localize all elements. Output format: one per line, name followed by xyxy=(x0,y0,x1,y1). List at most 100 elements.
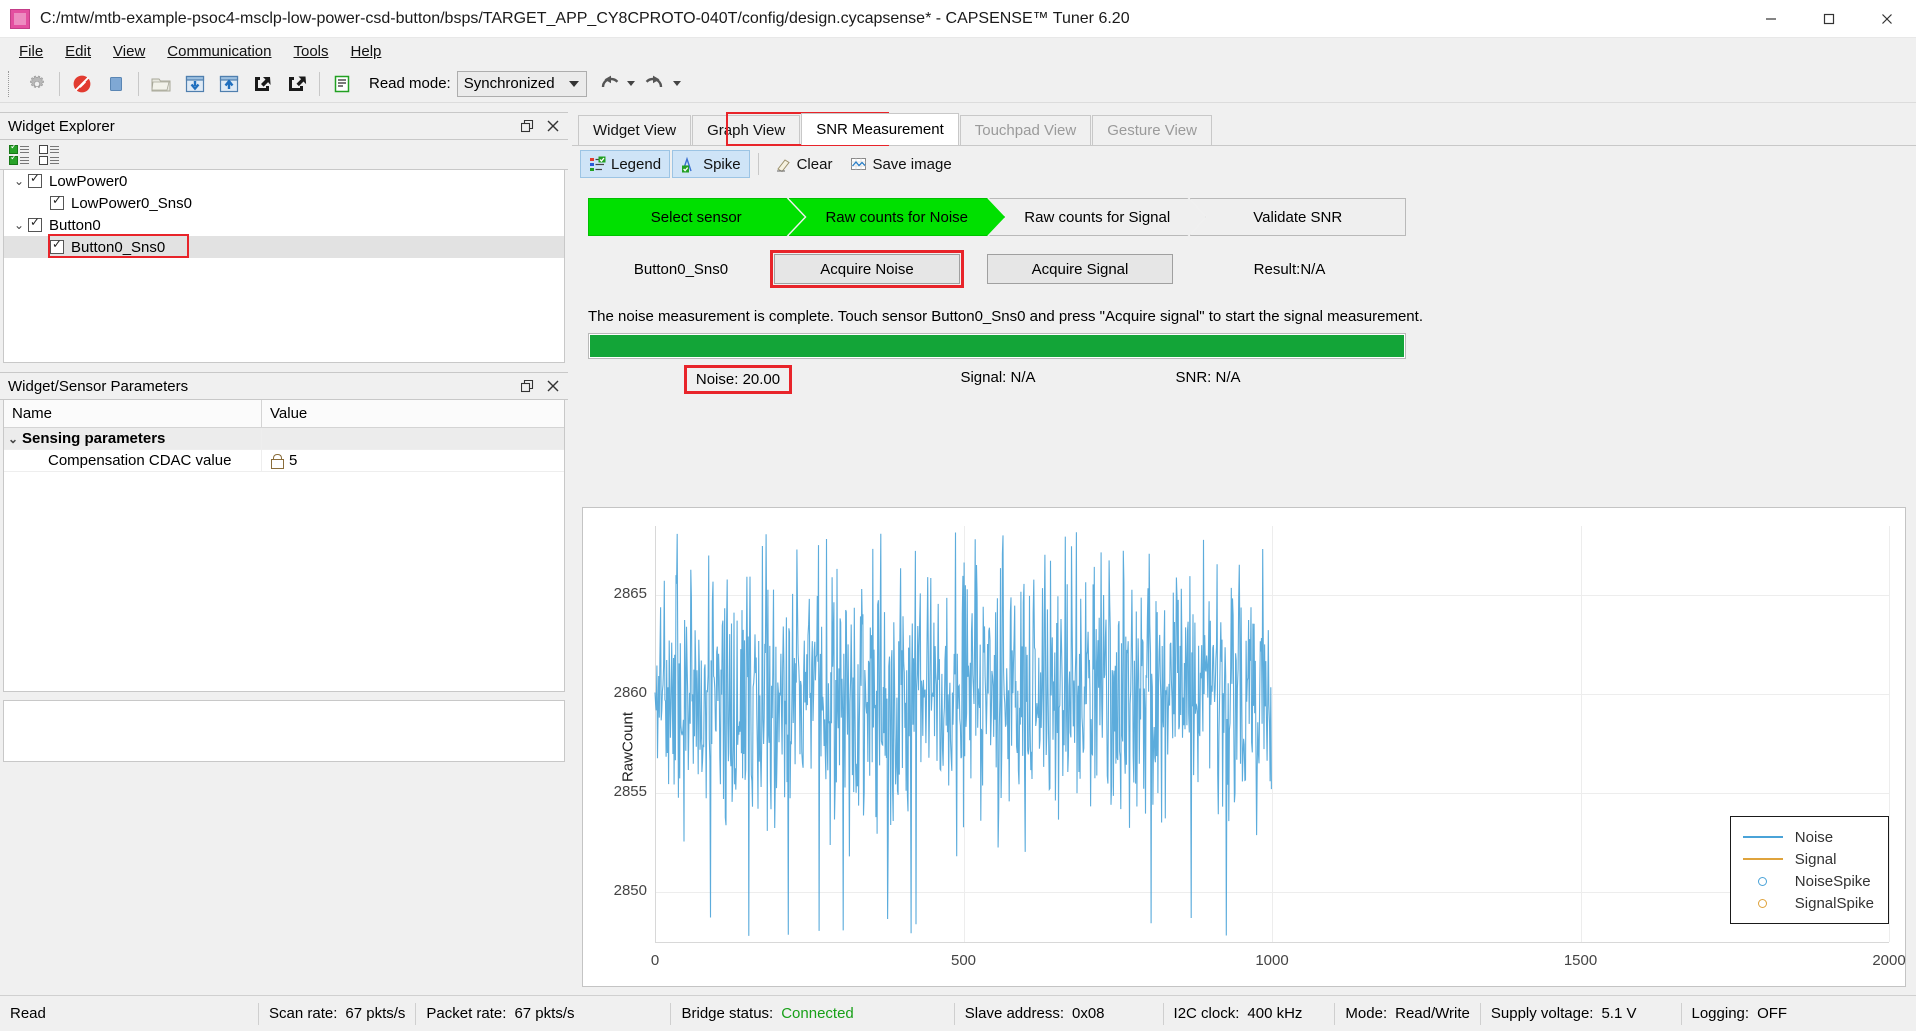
undo-button[interactable] xyxy=(595,73,623,95)
clear-button-label: Clear xyxy=(796,155,833,173)
widget-tree[interactable]: ⌄ LowPower0 LowPower0_Sns0 ⌄ Button0 But… xyxy=(3,170,565,363)
result-label: Result:N/A xyxy=(1253,260,1326,278)
minimize-button[interactable] xyxy=(1742,0,1800,38)
spike-icon xyxy=(682,156,692,172)
progress-bar-fill xyxy=(590,335,1404,357)
open-file-icon[interactable] xyxy=(146,69,176,99)
read-mode-label: Read mode: xyxy=(369,75,451,92)
read-mode-select[interactable]: Synchronized xyxy=(456,70,587,97)
tree-item-button0[interactable]: ⌄ Button0 xyxy=(4,214,564,236)
status-scan-rate: Scan rate: 67 pkts/s xyxy=(259,1002,415,1026)
menu-file[interactable]: File xyxy=(8,40,54,63)
tab-label: Touchpad View xyxy=(974,122,1077,139)
checkbox[interactable] xyxy=(28,216,42,232)
restore-icon[interactable] xyxy=(520,379,534,393)
close-icon[interactable] xyxy=(546,379,560,393)
noise-spike-swatch xyxy=(1741,876,1785,886)
import-icon[interactable] xyxy=(248,69,278,99)
checkbox[interactable] xyxy=(50,238,64,254)
menu-help[interactable]: Help xyxy=(340,40,393,63)
eraser-icon xyxy=(776,158,790,172)
acquire-signal-button[interactable]: Acquire Signal xyxy=(987,254,1173,284)
legend-icon xyxy=(590,156,606,171)
toolbar-separator xyxy=(757,153,759,175)
chevron-down-icon[interactable]: ⌄ xyxy=(4,432,22,446)
tab-gesture-view: Gesture View xyxy=(1092,115,1212,145)
snr-value: N/A xyxy=(1215,369,1241,386)
parameters-table: Name Value ⌄ Sensing parameters Compensa… xyxy=(3,400,565,692)
step-raw-counts-noise[interactable]: Raw counts for Noise xyxy=(789,198,1006,236)
step-validate-snr[interactable]: Validate SNR xyxy=(1189,198,1406,236)
undo-dropdown-icon[interactable] xyxy=(626,81,635,86)
toolbar-grip[interactable] xyxy=(8,70,16,97)
spike-toggle-button[interactable]: Spike xyxy=(672,150,750,178)
export-icon[interactable] xyxy=(282,69,312,99)
table-row[interactable]: ⌄ Sensing parameters xyxy=(4,428,564,450)
uncheck-all-icon[interactable] xyxy=(39,144,59,165)
step-select-sensor[interactable]: Select sensor xyxy=(588,198,805,236)
table-row[interactable]: Compensation CDAC value 5 xyxy=(4,450,564,472)
packet-rate-value: 67 pkts/s xyxy=(514,1005,575,1022)
menu-communication[interactable]: Communication xyxy=(156,40,282,63)
snr-measurement-panel: Select sensor Raw counts for Noise Raw c… xyxy=(572,182,1916,995)
widget-explorer-header: Widget Explorer xyxy=(0,112,568,140)
undo-redo-group xyxy=(595,73,687,95)
i2c-clock-label: I2C clock: xyxy=(1173,1005,1240,1022)
apply-to-project-icon[interactable] xyxy=(214,69,244,99)
menu-file-label: File xyxy=(19,43,44,60)
acquire-noise-button[interactable]: Acquire Noise xyxy=(770,250,964,288)
snr-chart[interactable]: RawCount 2850 2855 2860 2865 0 500 1000 1500 200… xyxy=(582,507,1906,987)
clear-button[interactable]: Clear xyxy=(767,150,841,178)
status-bar: Read Scan rate: 67 pkts/s Packet rate: 6… xyxy=(0,995,1916,1031)
tab-graph-view[interactable]: Graph View xyxy=(692,115,801,145)
tree-item-lowpower0[interactable]: ⌄ LowPower0 xyxy=(4,170,564,192)
noise-line-swatch xyxy=(1741,836,1785,838)
status-supply-voltage: Supply voltage: 5.1 V xyxy=(1481,1002,1647,1026)
toolbar-separator-2 xyxy=(138,71,139,96)
restore-icon[interactable] xyxy=(520,119,534,133)
redo-dropdown-icon[interactable] xyxy=(672,81,681,86)
noise-value: 20.00 xyxy=(742,371,781,388)
tree-item-label: LowPower0 xyxy=(49,172,128,190)
chart-view-toolbar: Legend Spike Clear Save image xyxy=(572,146,1916,182)
menu-view[interactable]: View xyxy=(102,40,156,63)
chevron-down-icon[interactable]: ⌄ xyxy=(10,174,28,188)
maximize-button[interactable] xyxy=(1800,0,1858,38)
tab-label: Gesture View xyxy=(1107,122,1197,139)
check-all-icon[interactable] xyxy=(9,142,29,165)
tree-item-lowpower0-sns0[interactable]: LowPower0_Sns0 xyxy=(4,192,564,214)
menu-edit[interactable]: Edit xyxy=(54,40,102,63)
column-header-value: Value xyxy=(262,400,564,427)
menu-bar: File Edit View Communication Tools Help xyxy=(0,38,1916,65)
gear-icon[interactable] xyxy=(22,69,52,99)
redo-button[interactable] xyxy=(641,73,669,95)
chevron-down-icon[interactable]: ⌄ xyxy=(10,218,28,232)
save-image-button[interactable]: Save image xyxy=(842,150,959,178)
tab-snr-measurement[interactable]: SNR Measurement xyxy=(801,113,959,145)
status-logging: Logging: OFF xyxy=(1682,1002,1798,1026)
disconnect-icon[interactable] xyxy=(67,69,97,99)
checkbox[interactable] xyxy=(28,172,42,188)
legend-label: SignalSpike xyxy=(1794,894,1874,912)
scan-rate-label: Scan rate: xyxy=(269,1005,338,1022)
widget-explorer-toolbar xyxy=(0,140,568,170)
close-icon[interactable] xyxy=(546,119,560,133)
chart-legend[interactable]: Noise Signal NoiseSpike SignalSpike xyxy=(1729,816,1889,924)
save-image-icon xyxy=(851,157,867,170)
status-message: The noise measurement is complete. Touch… xyxy=(588,308,1423,325)
legend-toggle-button[interactable]: Legend xyxy=(580,150,671,178)
checkbox[interactable] xyxy=(50,194,64,210)
close-button[interactable] xyxy=(1858,0,1916,38)
status-slave-address: Slave address: 0x08 xyxy=(955,1002,1115,1026)
stop-icon[interactable] xyxy=(101,69,131,99)
snr-metrics-row: Noise: 20.00 Signal: N/A SNR: N/A xyxy=(588,365,1406,394)
menu-communication-label: Communication xyxy=(167,43,272,60)
step-raw-counts-signal[interactable]: Raw counts for Signal xyxy=(989,198,1206,236)
log-icon[interactable] xyxy=(327,69,357,99)
tree-item-button0-sns0[interactable]: Button0_Sns0 xyxy=(4,236,564,258)
tab-widget-view[interactable]: Widget View xyxy=(578,115,692,145)
snr-actions-row: Button0_Sns0 Acquire Noise Acquire Signa… xyxy=(588,250,1406,288)
menu-tools[interactable]: Tools xyxy=(283,40,340,63)
apply-to-device-icon[interactable] xyxy=(180,69,210,99)
parameter-value-cdac[interactable]: 5 xyxy=(262,450,564,471)
